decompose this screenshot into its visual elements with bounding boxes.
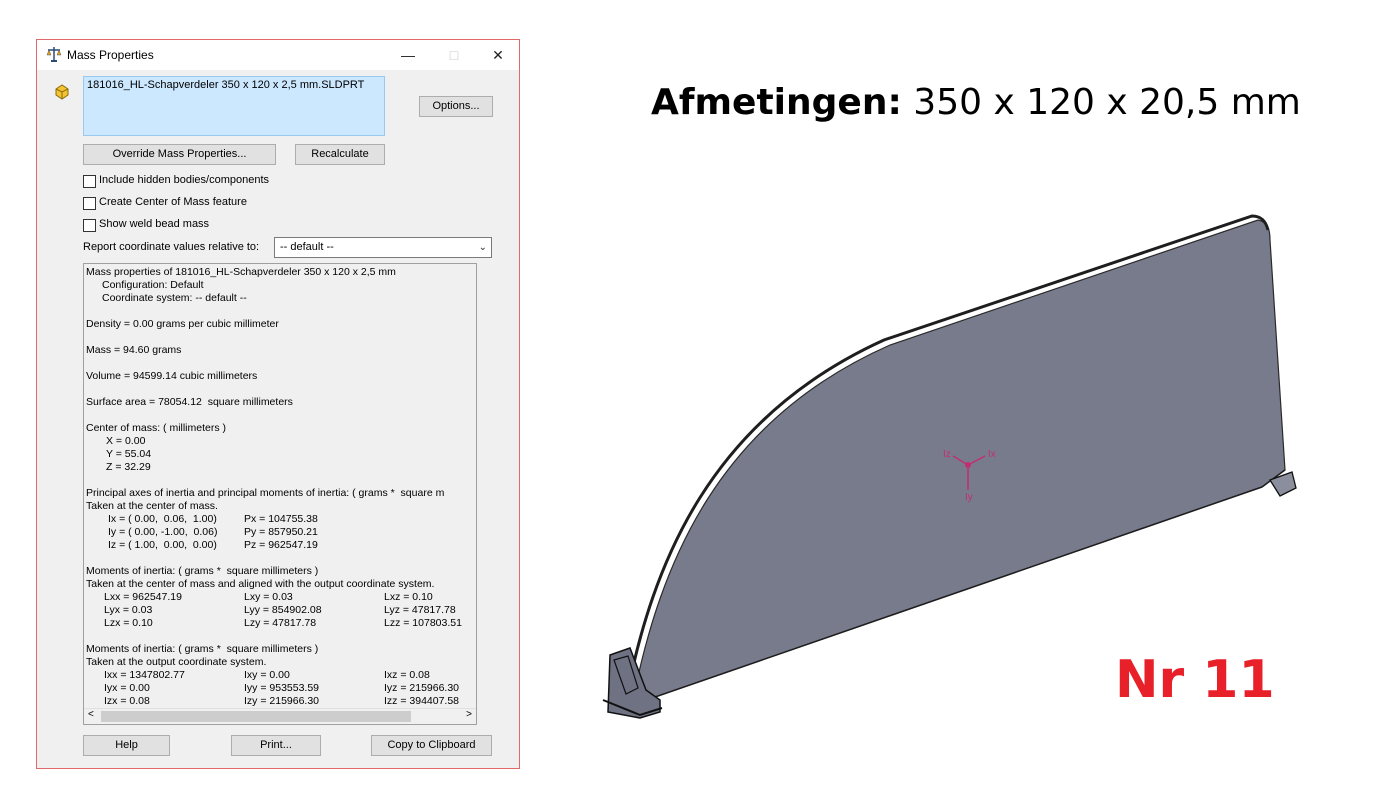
moments-com-taken: Taken at the center of mass and aligned … [86, 578, 435, 590]
checkbox-box[interactable] [83, 197, 96, 210]
part-icon [55, 84, 69, 100]
copy-to-clipboard-button[interactable]: Copy to Clipboard [371, 735, 492, 756]
value-izy: Izy = 215966.30 [244, 695, 320, 707]
moment-py: Py = 857950.21 [244, 526, 318, 538]
results-header: Mass properties of 181016_HL-Schapverdel… [86, 266, 396, 278]
checkbox-label: Include hidden bodies/components [99, 174, 270, 186]
value-iyx: Iyx = 0.00 [104, 682, 150, 694]
print-button[interactable]: Print... [231, 735, 321, 756]
include-hidden-checkbox[interactable]: Include hidden bodies/components [83, 174, 283, 190]
mass-line: Mass = 94.60 grams [86, 344, 182, 356]
mass-properties-icon [46, 47, 62, 62]
triad-z-label: Iz [943, 449, 951, 460]
value-izx: Izx = 0.08 [104, 695, 150, 707]
window-title: Mass Properties [67, 48, 154, 62]
value-lxz: Lxz = 0.10 [384, 591, 433, 603]
scrollbar-thumb[interactable] [101, 711, 411, 722]
value-lxx: Lxx = 962547.19 [104, 591, 182, 603]
moments-output-taken: Taken at the output coordinate system. [86, 656, 267, 668]
com-z: Z = 32.29 [106, 461, 151, 473]
maximize-button: □ [431, 40, 477, 70]
title-bar[interactable]: Mass Properties — □ ✕ [37, 40, 519, 70]
maximize-icon: □ [449, 47, 459, 63]
close-icon: ✕ [492, 47, 504, 63]
recalculate-button[interactable]: Recalculate [295, 144, 385, 165]
dimensions-heading: Afmetingen: 350 x 120 x 20,5 mm [651, 82, 1301, 123]
override-mass-properties-button[interactable]: Override Mass Properties... [83, 144, 276, 165]
selected-item[interactable]: 181016_HL-Schapverdeler 350 x 120 x 2,5 … [87, 79, 364, 91]
triad-x-label: Ix [988, 449, 996, 460]
dimensions-value: 350 x 120 x 20,5 mm [901, 82, 1301, 123]
coordinate-label: Report coordinate values relative to: [83, 241, 260, 253]
value-lxy: Lxy = 0.03 [244, 591, 293, 603]
item-number: Nr 11 [1115, 650, 1275, 710]
checkbox-box[interactable] [83, 219, 96, 232]
com-y: Y = 55.04 [106, 448, 152, 460]
coordinate-system-select[interactable]: -- default -- ⌄ [274, 237, 492, 258]
volume-line: Volume = 94599.14 cubic millimeters [86, 370, 258, 382]
scroll-right-icon[interactable]: > [466, 709, 472, 720]
value-ixy: Ixy = 0.00 [244, 669, 290, 681]
value-ixz: Ixz = 0.08 [384, 669, 430, 681]
options-button[interactable]: Options... [419, 96, 493, 117]
principal-axes-header: Principal axes of inertia and principal … [86, 487, 445, 499]
dimensions-label: Afmetingen: [651, 82, 902, 123]
minimize-button[interactable]: — [385, 40, 431, 70]
checkbox-box[interactable] [83, 175, 96, 188]
surface-area-line: Surface area = 78054.12 square millimete… [86, 396, 293, 408]
configuration-line: Configuration: Default [102, 279, 204, 291]
axis-iz: Iz = ( 1.00, 0.00, 0.00) [108, 539, 217, 551]
shelf-divider-model [602, 214, 1297, 719]
axis-ix: Ix = ( 0.00, 0.06, 1.00) [108, 513, 217, 525]
value-lyz: Lyz = 47817.78 [384, 604, 456, 616]
moments-output-header: Moments of inertia: ( grams * square mil… [86, 643, 319, 655]
show-weld-bead-checkbox[interactable]: Show weld bead mass [83, 218, 283, 234]
value-lyy: Lyy = 854902.08 [244, 604, 322, 616]
minimize-icon: — [401, 47, 415, 63]
close-button[interactable]: ✕ [475, 40, 521, 70]
mass-properties-window: Mass Properties — □ ✕ 181016_HL-Schapver… [36, 39, 520, 769]
coordinate-system-line: Coordinate system: -- default -- [102, 292, 247, 304]
moment-pz: Pz = 962547.19 [244, 539, 318, 551]
center-of-mass-header: Center of mass: ( millimeters ) [86, 422, 227, 434]
value-iyy: Iyy = 953553.59 [244, 682, 320, 694]
value-iyz: Iyz = 215966.30 [384, 682, 460, 694]
moments-com-header: Moments of inertia: ( grams * square mil… [86, 565, 319, 577]
moment-px: Px = 104755.38 [244, 513, 318, 525]
value-lzy: Lzy = 47817.78 [244, 617, 317, 629]
results-panel[interactable]: Mass properties of 181016_HL-Schapverdel… [83, 263, 477, 725]
value-lzx: Lzx = 0.10 [104, 617, 153, 629]
principal-taken-line: Taken at the center of mass. [86, 500, 218, 512]
checkbox-label: Create Center of Mass feature [99, 196, 247, 208]
selected-items-list[interactable]: 181016_HL-Schapverdeler 350 x 120 x 2,5 … [83, 76, 385, 136]
chevron-down-icon: ⌄ [478, 242, 487, 253]
value-lzz: Lzz = 107803.51 [384, 617, 462, 629]
value-izz: Izz = 394407.58 [384, 695, 460, 707]
density-line: Density = 0.00 grams per cubic millimete… [86, 318, 279, 330]
axis-iy: Iy = ( 0.00, -1.00, 0.06) [108, 526, 218, 538]
horizontal-scrollbar[interactable]: < > [84, 708, 476, 724]
value-lyx: Lyx = 0.03 [104, 604, 153, 616]
create-center-of-mass-checkbox[interactable]: Create Center of Mass feature [83, 196, 283, 212]
help-button[interactable]: Help [83, 735, 170, 756]
value-ixx: Ixx = 1347802.77 [104, 669, 185, 681]
checkbox-label: Show weld bead mass [99, 218, 210, 230]
com-x: X = 0.00 [106, 435, 146, 447]
scroll-left-icon[interactable]: < [88, 709, 94, 720]
coordinate-system-value: -- default -- [280, 241, 334, 253]
triad-y-label: Iy [965, 492, 973, 503]
